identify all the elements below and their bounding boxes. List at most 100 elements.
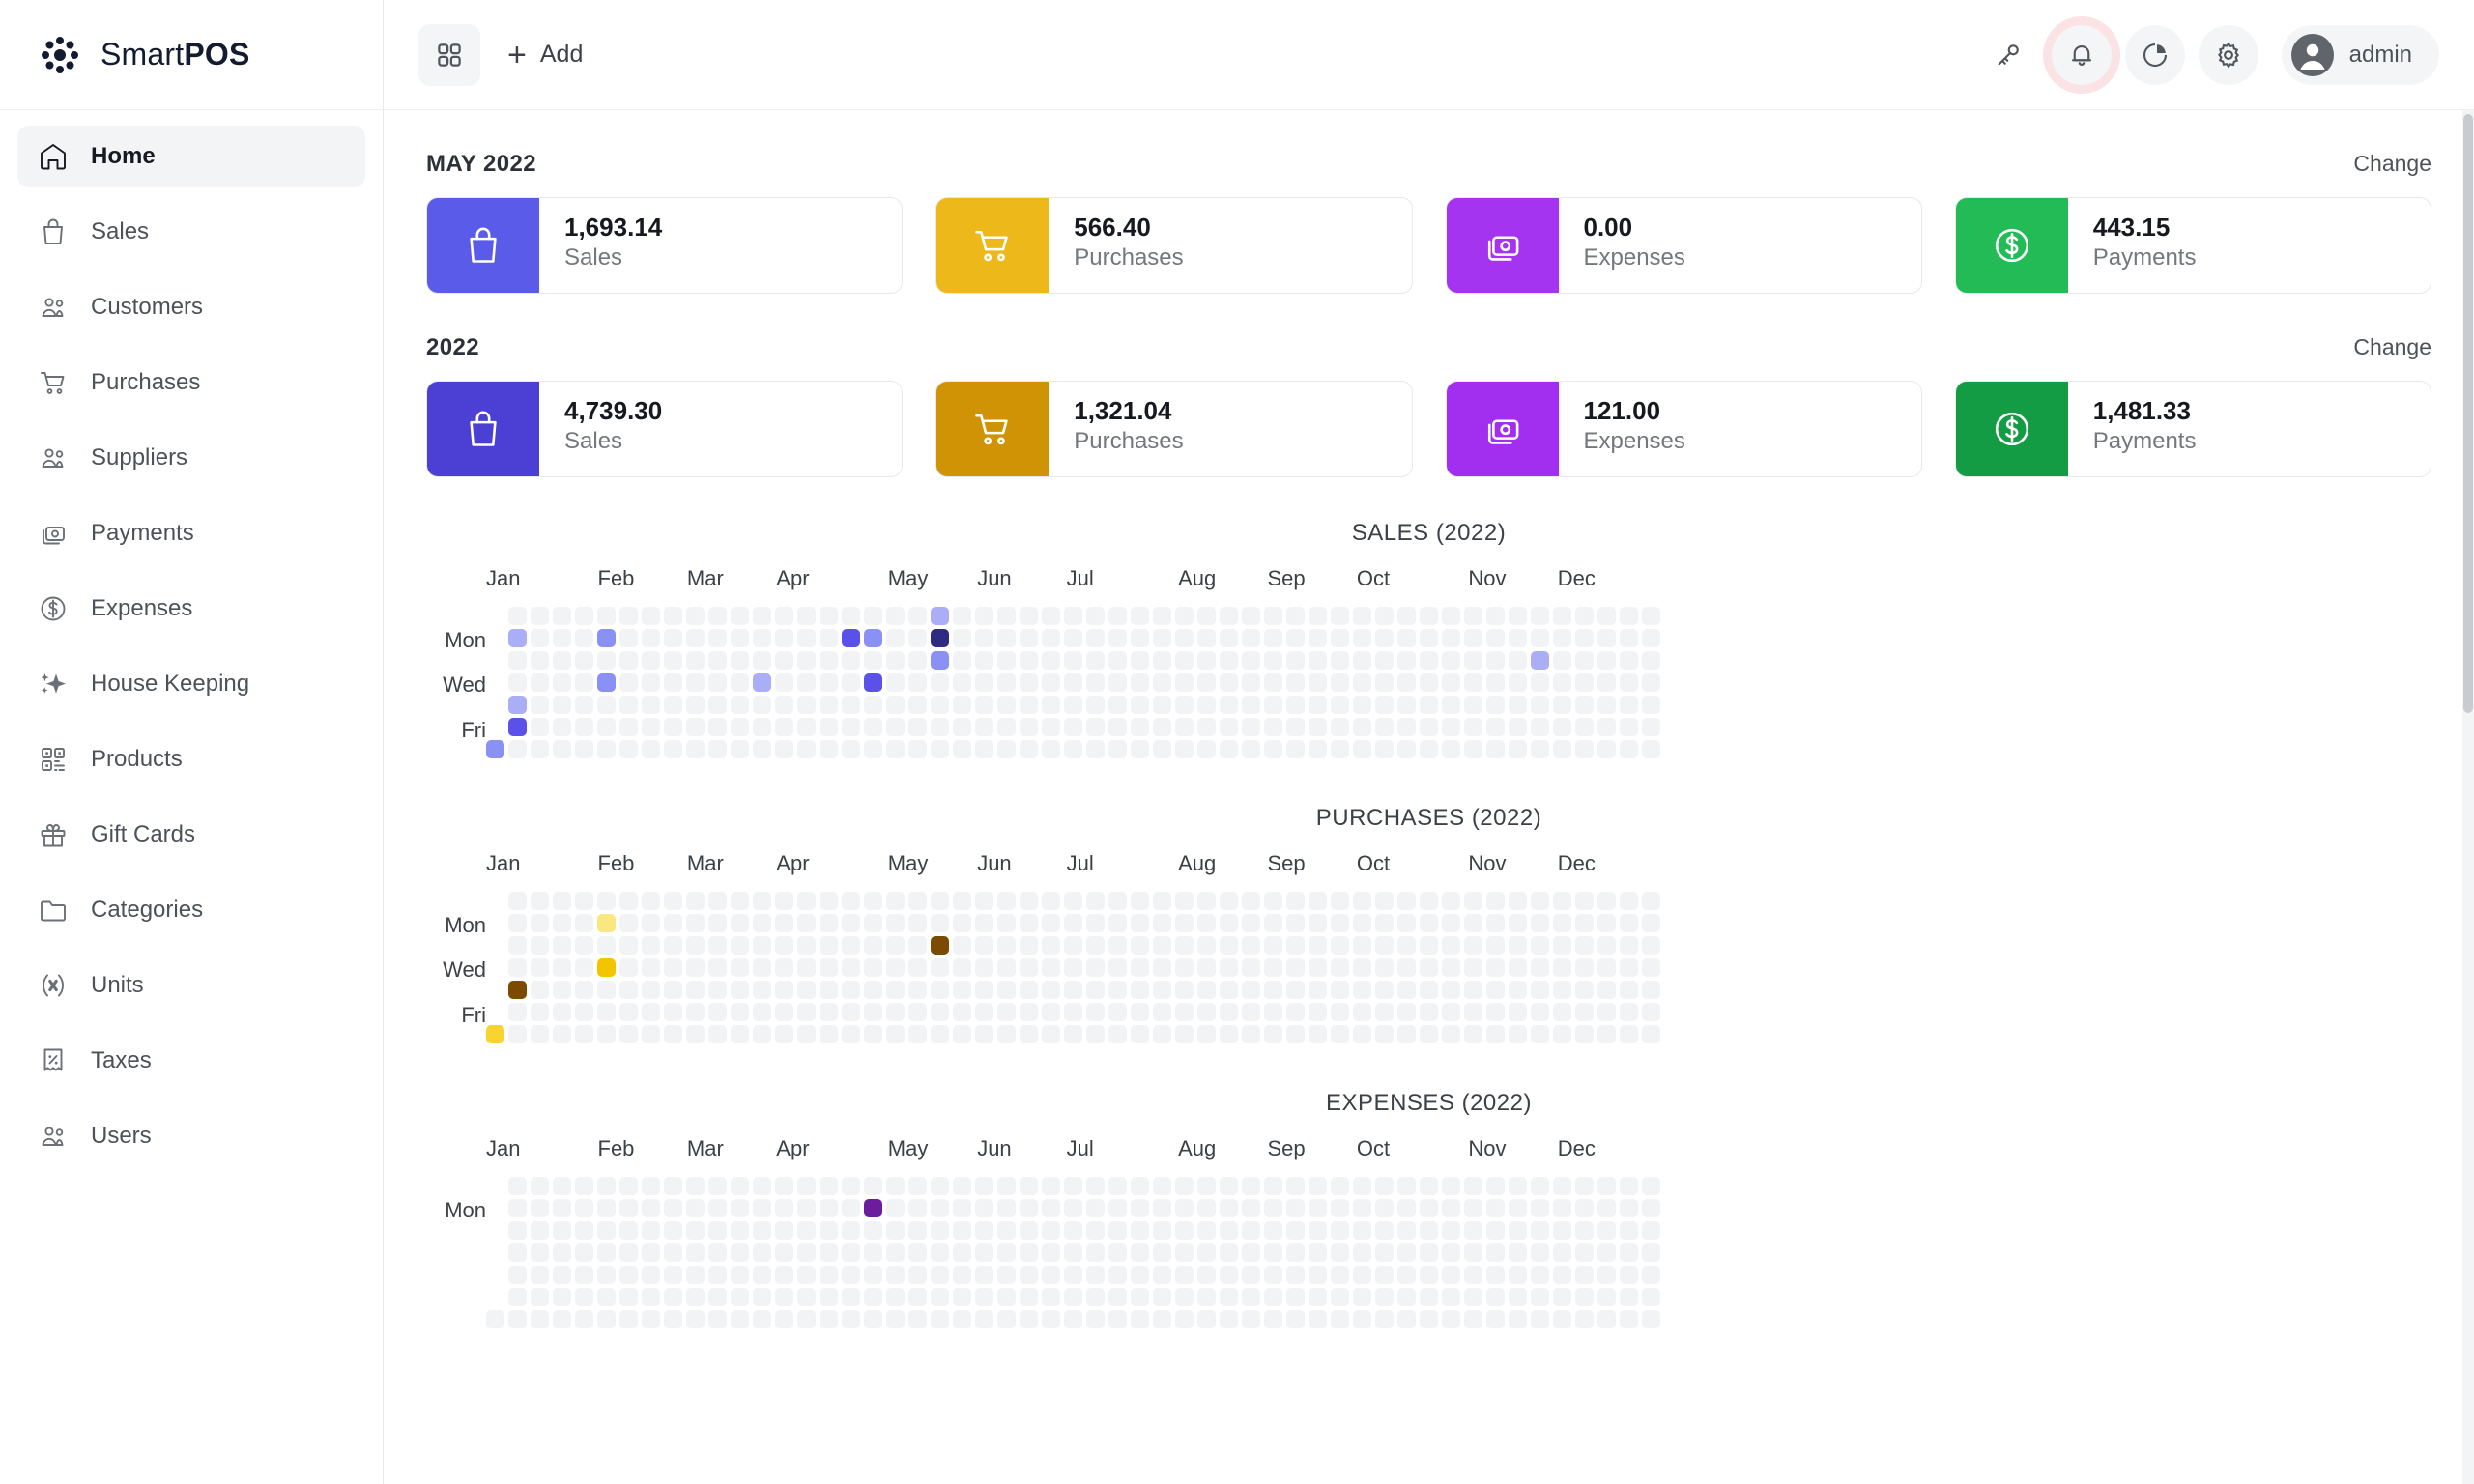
heatmap-cell[interactable]: [1620, 1243, 1638, 1262]
heatmap-cell[interactable]: [1597, 1025, 1616, 1043]
heatmap-cell[interactable]: [1197, 696, 1216, 714]
heatmap-cell[interactable]: [1197, 1199, 1216, 1217]
heatmap-cell[interactable]: [1509, 651, 1527, 670]
heatmap-cell[interactable]: [997, 1310, 1016, 1328]
heatmap-cell[interactable]: [1531, 1221, 1549, 1240]
heatmap-cell[interactable]: [775, 1288, 793, 1306]
heatmap-cell[interactable]: [1220, 981, 1238, 999]
heatmap-cell[interactable]: [1197, 1288, 1216, 1306]
heatmap-cell[interactable]: [842, 1243, 860, 1262]
heatmap-cell[interactable]: [1486, 718, 1505, 736]
heatmap-cell[interactable]: [1420, 607, 1438, 625]
heatmap-cell[interactable]: [1486, 696, 1505, 714]
heatmap-cell[interactable]: [531, 1177, 549, 1195]
heatmap-cell[interactable]: [1086, 892, 1105, 910]
heatmap-cell[interactable]: [1575, 1266, 1594, 1284]
heatmap-cell[interactable]: [1242, 892, 1260, 910]
heatmap-cell[interactable]: [1397, 1221, 1416, 1240]
heatmap-cell[interactable]: [664, 1243, 682, 1262]
stat-card-expenses[interactable]: 121.00Expenses: [1446, 381, 1922, 477]
heatmap-cell[interactable]: [1642, 1310, 1660, 1328]
heatmap-cell[interactable]: [797, 1288, 816, 1306]
heatmap-cell[interactable]: [731, 673, 749, 692]
heatmap-cell[interactable]: [1331, 914, 1349, 932]
heatmap-cell[interactable]: [708, 1310, 727, 1328]
heatmap-cell[interactable]: [642, 981, 660, 999]
heatmap-cell[interactable]: [1553, 673, 1571, 692]
heatmap-cell[interactable]: [1486, 740, 1505, 758]
heatmap-cell[interactable]: [1242, 1310, 1260, 1328]
heatmap-cell[interactable]: [953, 1003, 971, 1021]
heatmap-cell[interactable]: [575, 696, 593, 714]
heatmap-cell[interactable]: [1220, 936, 1238, 955]
heatmap-cell[interactable]: [1242, 936, 1260, 955]
heatmap-cell[interactable]: [1464, 936, 1482, 955]
heatmap-cell[interactable]: [1464, 914, 1482, 932]
heatmap-cell[interactable]: [842, 914, 860, 932]
heatmap-cell[interactable]: [508, 1199, 527, 1217]
heatmap-cell[interactable]: [1620, 1003, 1638, 1021]
heatmap-cell[interactable]: [842, 607, 860, 625]
heatmap-cell[interactable]: [664, 892, 682, 910]
heatmap-cell[interactable]: [1131, 1199, 1149, 1217]
heatmap-cell[interactable]: [1220, 696, 1238, 714]
heatmap-cell[interactable]: [1442, 1003, 1460, 1021]
heatmap-cell[interactable]: [1309, 696, 1327, 714]
heatmap-cell[interactable]: [1642, 1243, 1660, 1262]
heatmap-cell[interactable]: [664, 1266, 682, 1284]
heatmap-cell[interactable]: [553, 607, 571, 625]
heatmap-cell[interactable]: [1442, 696, 1460, 714]
heatmap-cell[interactable]: [1064, 718, 1082, 736]
heatmap-cell[interactable]: [1086, 740, 1105, 758]
heatmap-cell[interactable]: [1309, 1199, 1327, 1217]
heatmap-cell[interactable]: [975, 1266, 993, 1284]
heatmap-cell[interactable]: [886, 1310, 905, 1328]
heatmap-cell[interactable]: [753, 958, 771, 977]
heatmap-cell[interactable]: [1042, 1199, 1060, 1217]
heatmap-cell[interactable]: [864, 981, 882, 999]
heatmap-cell[interactable]: [686, 629, 705, 647]
heatmap-cell[interactable]: [1553, 914, 1571, 932]
heatmap-cell[interactable]: [1397, 1003, 1416, 1021]
heatmap-cell[interactable]: [997, 1243, 1016, 1262]
heatmap-cell[interactable]: [820, 958, 838, 977]
heatmap-cell[interactable]: [553, 892, 571, 910]
heatmap-cell[interactable]: [975, 696, 993, 714]
heatmap-cell[interactable]: [642, 696, 660, 714]
heatmap-cell[interactable]: [1153, 696, 1171, 714]
heatmap-cell[interactable]: [1620, 1025, 1638, 1043]
heatmap-cell[interactable]: [797, 718, 816, 736]
heatmap-cell[interactable]: [1375, 1266, 1394, 1284]
heatmap-cell[interactable]: [1442, 607, 1460, 625]
grid-apps-icon[interactable]: [418, 24, 480, 86]
heatmap-cell[interactable]: [1575, 740, 1594, 758]
heatmap-cell[interactable]: [753, 718, 771, 736]
heatmap-cell[interactable]: [708, 1266, 727, 1284]
heatmap-cell[interactable]: [753, 1221, 771, 1240]
heatmap-cell[interactable]: [1264, 1310, 1282, 1328]
heatmap-cell[interactable]: [1064, 1288, 1082, 1306]
heatmap-cell[interactable]: [619, 1310, 638, 1328]
heatmap-cell[interactable]: [1020, 1003, 1038, 1021]
heatmap-cell[interactable]: [997, 1221, 1016, 1240]
heatmap-cell[interactable]: [1397, 1199, 1416, 1217]
heatmap-cell[interactable]: [1464, 1288, 1482, 1306]
heatmap-cell[interactable]: [864, 958, 882, 977]
heatmap-cell[interactable]: [1286, 673, 1305, 692]
heatmap-cell[interactable]: [1620, 1221, 1638, 1240]
heatmap-cell[interactable]: [1042, 1025, 1060, 1043]
heatmap-cell[interactable]: [797, 740, 816, 758]
heatmap-cell[interactable]: [508, 740, 527, 758]
heatmap-cell[interactable]: [1353, 1243, 1371, 1262]
heatmap-cell[interactable]: [975, 1199, 993, 1217]
heatmap-cell[interactable]: [642, 629, 660, 647]
heatmap-cell[interactable]: [1597, 892, 1616, 910]
heatmap-cell[interactable]: [1108, 1266, 1127, 1284]
heatmap-cell[interactable]: [731, 892, 749, 910]
heatmap-cell[interactable]: [619, 696, 638, 714]
heatmap-cell[interactable]: [731, 1199, 749, 1217]
heatmap-cell[interactable]: [864, 1199, 882, 1217]
heatmap-cell[interactable]: [1464, 696, 1482, 714]
heatmap-cell[interactable]: [820, 651, 838, 670]
heatmap-cell[interactable]: [753, 1243, 771, 1262]
